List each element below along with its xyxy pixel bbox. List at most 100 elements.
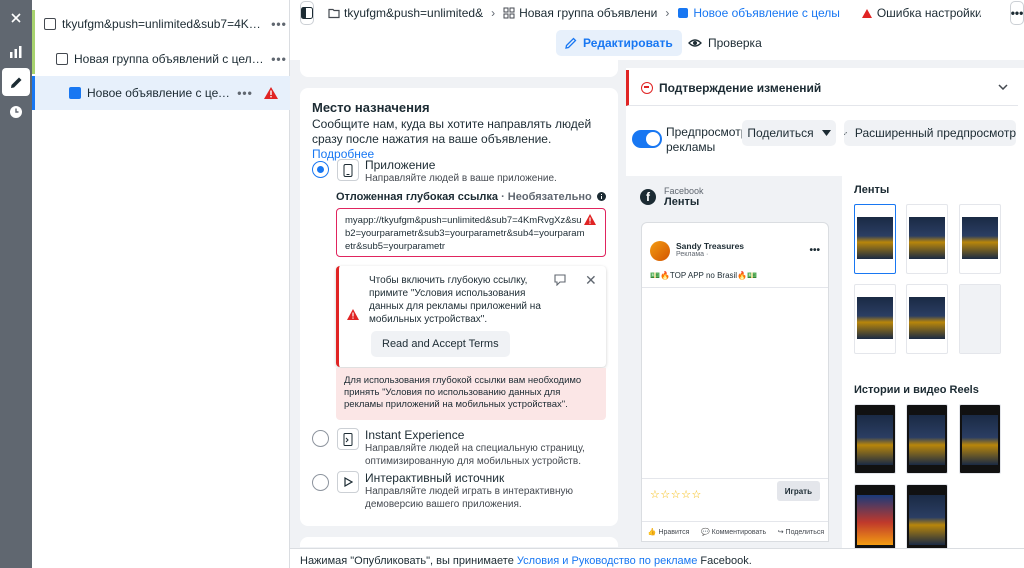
chart-icon[interactable] (2, 38, 30, 66)
stories-title: Истории и видео Reels (854, 384, 979, 396)
confirm-changes-header[interactable]: Подтверждение изменений (626, 70, 1018, 106)
previous-section-card (300, 60, 618, 77)
option-instant-title: Instant Experience (365, 428, 465, 442)
breadcrumb-campaign-label: tkyufgm&push=unlimited& (344, 6, 484, 20)
breadcrumb-adset-label: Новая группа объявлени (519, 6, 658, 20)
comment-action: 💬 Комментировать (700, 528, 767, 536)
adset-name: Новая группа объявлений с целью ... (74, 52, 268, 66)
post-more-icon: ••• (809, 245, 820, 256)
caret-down-icon (821, 130, 831, 136)
placement-thumb[interactable] (906, 284, 948, 354)
folder-icon (328, 8, 340, 19)
placement-thumb[interactable] (854, 484, 896, 554)
thumb-creative (909, 217, 945, 259)
chevron-down-icon (998, 81, 1008, 93)
more-options-icon[interactable]: ••• (268, 17, 290, 31)
placement-thumb[interactable] (959, 204, 1001, 274)
radio-playable-source[interactable] (312, 474, 329, 491)
thumb-creative (909, 495, 945, 545)
thumb-creative (857, 415, 893, 465)
share-button[interactable]: Поделиться (742, 120, 836, 146)
avatar (650, 241, 670, 261)
placement-label: Ленты (664, 196, 700, 208)
ad-preview-area: f Facebook Ленты Sandy Treasures Реклама… (626, 176, 1018, 554)
cta-play-button: Играть (776, 481, 820, 501)
more-options-icon[interactable]: ••• (234, 86, 256, 100)
eye-icon (688, 39, 702, 47)
tree-item-ad[interactable]: Новое объявление с целью... ••• (32, 76, 290, 110)
placement-thumb[interactable] (906, 204, 948, 274)
facebook-feed-header: f Facebook Ленты (640, 186, 704, 208)
radio-app[interactable] (312, 161, 329, 178)
breadcrumb-campaign[interactable]: tkyufgm&push=unlimited& (328, 6, 483, 20)
preview-panel: Подтверждение изменений Предпросмотр рек… (626, 68, 1024, 554)
share-button-label: Поделиться (747, 126, 814, 140)
error-minus-icon (641, 81, 653, 94)
deep-link-error: Для использования глубокой ссылки вам не… (336, 368, 606, 420)
instant-experience-icon (337, 428, 359, 450)
thumb-creative (909, 297, 945, 339)
thumb-creative (857, 297, 893, 339)
placement-thumb[interactable] (854, 284, 896, 354)
post-page-name: Sandy Treasures (676, 241, 745, 251)
feedback-icon[interactable] (554, 274, 566, 286)
accept-terms-button[interactable]: Read and Accept Terms (371, 331, 510, 357)
option-playable-title: Интерактивный источник (365, 471, 505, 485)
setup-error-indicator[interactable]: Ошибка настройки (861, 6, 982, 20)
feed-post-preview[interactable]: Sandy Treasures Реклама · ••• 💵🔥TOP APP … (641, 222, 829, 542)
confirm-changes-title: Подтверждение изменений (659, 80, 822, 95)
pencil-icon (565, 37, 577, 49)
footer-terms: Нажимая "Опубликовать", вы принимаете Ус… (290, 548, 1024, 568)
placement-thumb[interactable] (959, 284, 1001, 354)
option-playable-desc: Направляйте людей играть в интерактивную… (365, 486, 573, 510)
edit-mode-button[interactable]: Редактировать (556, 30, 682, 56)
radio-instant-experience[interactable] (312, 430, 329, 447)
tree-item-campaign[interactable]: tkyufgm&push=unlimited&sub7=4KmR... ••• (32, 10, 290, 38)
placement-thumb[interactable] (959, 404, 1001, 474)
history-clock-icon[interactable] (2, 98, 30, 126)
breadcrumb-adset[interactable]: Новая группа объявлени (503, 6, 657, 20)
deep-link-input[interactable]: myapp://tkyufgm&push=unlimited&sub7=4KmR… (336, 208, 606, 257)
rating-stars: ☆☆☆☆☆ (650, 489, 702, 501)
ad-name: Новое объявление с целью... (87, 86, 234, 100)
share-action: ↪ Поделиться (777, 528, 825, 536)
ad-icon (678, 8, 689, 18)
placement-thumb[interactable] (906, 404, 948, 474)
like-action: 👍 Нравится (647, 528, 690, 536)
info-icon (596, 192, 606, 201)
more-options-button[interactable]: ••• (1009, 1, 1024, 25)
post-media (642, 287, 828, 479)
phone-icon (337, 159, 359, 181)
campaign-tree: tkyufgm&push=unlimited&sub7=4KmR... ••• … (32, 0, 290, 568)
review-mode-button[interactable]: Проверка (682, 30, 768, 56)
advanced-preview-button[interactable]: Расширенный предпросмотр (844, 120, 1016, 146)
like-label: Нравится (658, 528, 690, 536)
thumb-creative (962, 415, 998, 465)
option-instant-desc: Направляйте людей на специальную страниц… (365, 443, 585, 467)
preview-toggle[interactable] (632, 130, 662, 148)
left-rail (0, 0, 32, 568)
placement-thumb[interactable] (906, 484, 948, 554)
placement-thumb[interactable] (854, 204, 896, 274)
more-options-icon[interactable]: ••• (268, 52, 290, 66)
destination-description-text: Сообщите нам, куда вы хотите направлять … (312, 117, 592, 146)
destination-section: Место назначения Сообщите нам, куда вы х… (300, 88, 618, 526)
mode-bar: Редактировать Проверка (290, 26, 1024, 60)
ad-icon (69, 87, 81, 99)
grid-icon (503, 7, 515, 19)
close-icon[interactable]: ✕ (585, 272, 597, 289)
destination-title: Место назначения (312, 100, 430, 115)
tree-item-adset[interactable]: Новая группа объявлений с целью ... ••• (32, 44, 290, 74)
close-icon[interactable] (2, 4, 30, 32)
placement-thumb[interactable] (854, 404, 896, 474)
warning-icon (584, 214, 596, 225)
thumb-creative (909, 415, 945, 465)
campaign-name: tkyufgm&push=unlimited&sub7=4KmR... (62, 17, 268, 31)
thumb-creative (857, 495, 893, 545)
breadcrumb-ad[interactable]: Новое объявление с целы (677, 6, 840, 20)
edit-pencil-icon[interactable] (2, 68, 30, 96)
platform-label: Facebook (664, 186, 704, 196)
terms-link[interactable]: Условия и Руководство по рекламе (517, 555, 697, 567)
next-section-card (300, 537, 618, 547)
sidebar-toggle-icon[interactable] (300, 1, 314, 25)
